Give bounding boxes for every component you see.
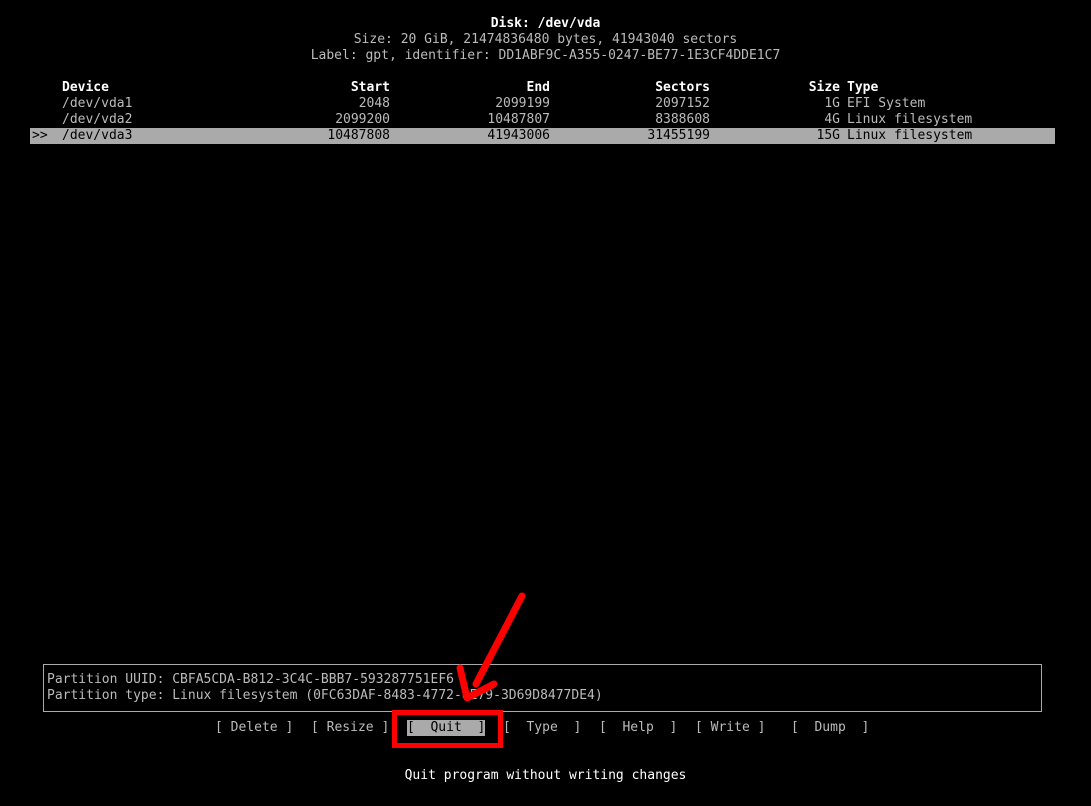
annotation-arrow-icon xyxy=(456,592,526,702)
